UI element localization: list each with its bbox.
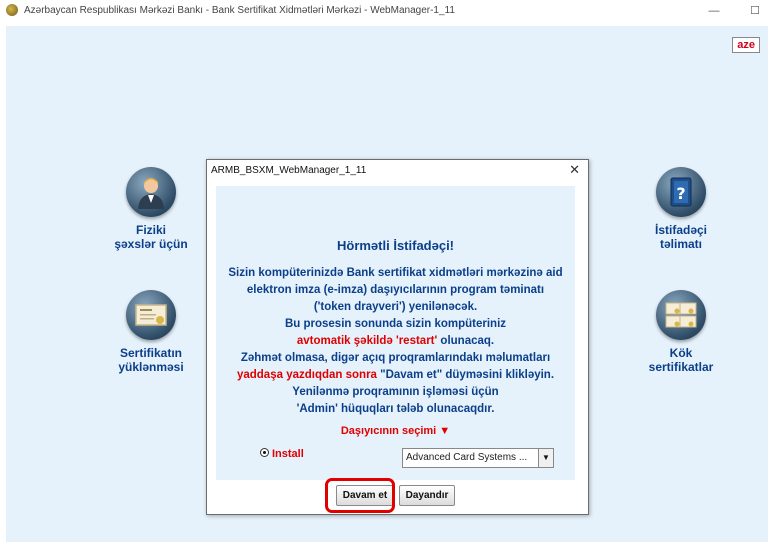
install-label: Install (272, 448, 304, 460)
highlight-box (325, 478, 395, 513)
menu-individuals-label-1: Fiziki (135, 223, 166, 237)
menu-certificate-upload-label-2: yüklənməsi (118, 360, 184, 374)
person-icon (126, 167, 176, 217)
message-line: elektron imza (e-imza) daşıyıcılarının p… (246, 284, 545, 296)
menu-certificate-upload[interactable]: Sertifikatın yüklənməsi (101, 290, 201, 374)
minimize-button[interactable]: — (706, 3, 722, 19)
menu-user-guide-label-1: İstifadəçi (654, 223, 708, 237)
dialog-title: ARMB_BSXM_WebManager_1_11 (211, 165, 367, 176)
restart-warning: avtomatik şəkildə 'restart' (296, 335, 438, 347)
svg-text:?: ? (676, 184, 685, 203)
certificate-icon (126, 290, 176, 340)
maximize-button[interactable]: ☐ (747, 3, 763, 19)
menu-user-guide-label-2: təlimatı (659, 237, 702, 251)
menu-individuals-label-2: şəxslər üçün (114, 237, 188, 251)
update-dialog: ARMB_BSXM_WebManager_1_11 ✕ Hörmətli İst… (206, 159, 589, 515)
menu-certificate-upload-label-1: Sertifikatın (119, 346, 182, 360)
message-line: yaddaşa yazdıqdan sonra "Davam et" düymə… (216, 367, 575, 384)
install-radio[interactable] (260, 448, 269, 457)
message-line: ('token drayveri') yenilənəcək. (313, 301, 478, 313)
dialog-greeting: Hörmətli İstifadəçi! (336, 238, 455, 253)
message-line: Sizin kompüterinizdə Bank sertifikat xid… (228, 267, 563, 279)
menu-individuals[interactable]: Fiziki şəxslər üçün (101, 167, 201, 251)
message-line: avtomatik şəkildə 'restart' olunacaq. (216, 333, 575, 350)
chevron-down-icon[interactable]: ▼ (538, 449, 553, 467)
message-line: Zəhmət olmasa, digər açıq proqramlarında… (240, 352, 551, 364)
message-line: Bu prosesin sonunda sizin kompüteriniz (284, 318, 507, 330)
carrier-select-value: Advanced Card Systems ... (406, 452, 528, 463)
carrier-selection-label: Daşıyıcının seçimi ▼ (340, 425, 451, 437)
stop-button[interactable]: Dayandır (399, 485, 455, 506)
dialog-message: Sizin kompüterinizdə Bank sertifikat xid… (216, 265, 575, 418)
menu-user-guide[interactable]: ? İstifadəçi təlimatı (631, 167, 731, 251)
app-icon (6, 4, 18, 16)
close-icon[interactable]: ✕ (569, 162, 580, 178)
root-certificates-icon (656, 290, 706, 340)
message-line: 'Admin' hüquqları tələb olunacaqdır. (296, 403, 495, 415)
message-line: Yenilənmə proqramının işləməsi üçün (292, 386, 499, 398)
window-titlebar: Azərbaycan Respublikası Mərkəzi Bankı - … (0, 0, 774, 22)
menu-root-certificates-label-1: Kök (669, 346, 693, 360)
language-toggle[interactable]: aze (732, 37, 760, 53)
carrier-select[interactable]: Advanced Card Systems ... ▼ (402, 448, 554, 468)
save-warning: yaddaşa yazdıqdan sonra (236, 369, 377, 381)
install-option[interactable]: Install (260, 448, 304, 460)
message-text: olunacaq. (437, 335, 495, 347)
window-title: Azərbaycan Respublikası Mərkəzi Bankı - … (24, 5, 455, 16)
menu-root-certificates-label-2: sertifikatlar (648, 360, 714, 374)
help-book-icon: ? (656, 167, 706, 217)
message-text: "Davam et" düyməsini klikləyin. (376, 369, 555, 381)
dialog-body: Hörmətli İstifadəçi! Sizin kompüterinizd… (216, 186, 575, 480)
menu-root-certificates[interactable]: Kök sertifikatlar (631, 290, 731, 374)
